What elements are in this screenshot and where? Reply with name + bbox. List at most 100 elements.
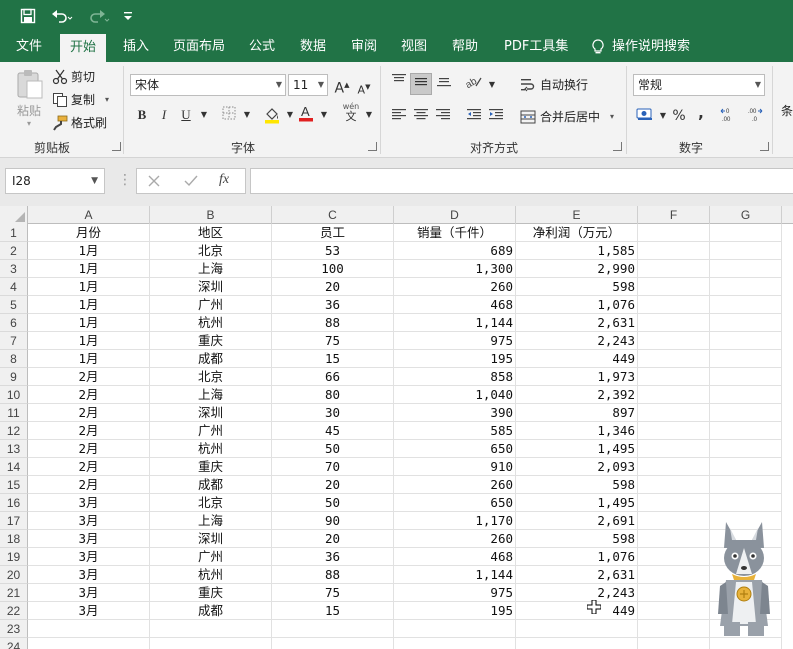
cell[interactable]: 1,076: [516, 296, 638, 314]
column-header[interactable]: G: [710, 206, 782, 224]
font-size-combo[interactable]: 11 ▼: [288, 74, 328, 96]
cell[interactable]: 2,243: [516, 332, 638, 350]
cell[interactable]: 90: [272, 512, 394, 530]
cell[interactable]: [394, 620, 516, 638]
cell[interactable]: 598: [516, 278, 638, 296]
row-header[interactable]: 8: [0, 350, 28, 368]
cell[interactable]: [638, 350, 710, 368]
cell[interactable]: 2月: [28, 422, 150, 440]
chevron-down-icon[interactable]: ▼: [238, 106, 256, 124]
cell[interactable]: 成都: [150, 350, 272, 368]
align-right-icon[interactable]: [434, 107, 452, 125]
cell[interactable]: [150, 620, 272, 638]
row-header[interactable]: 22: [0, 602, 28, 620]
align-center-icon[interactable]: [412, 107, 430, 125]
cell[interactable]: [638, 404, 710, 422]
cell[interactable]: [638, 278, 710, 296]
cell[interactable]: [272, 620, 394, 638]
italic-button[interactable]: I: [155, 106, 173, 124]
cell[interactable]: [710, 458, 782, 476]
cell[interactable]: [638, 296, 710, 314]
tab-review[interactable]: 审阅: [341, 32, 387, 62]
cell[interactable]: 195: [394, 350, 516, 368]
cell[interactable]: [638, 368, 710, 386]
row-header[interactable]: 4: [0, 278, 28, 296]
cell[interactable]: 66: [272, 368, 394, 386]
cell[interactable]: [638, 602, 710, 620]
cell[interactable]: 北京: [150, 368, 272, 386]
column-header[interactable]: D: [394, 206, 516, 224]
cell[interactable]: 1,495: [516, 494, 638, 512]
cell[interactable]: [710, 368, 782, 386]
row-header[interactable]: 10: [0, 386, 28, 404]
cell[interactable]: 1,170: [394, 512, 516, 530]
cell[interactable]: 2,392: [516, 386, 638, 404]
cell[interactable]: 2月: [28, 386, 150, 404]
cell[interactable]: 上海: [150, 260, 272, 278]
column-header[interactable]: E: [516, 206, 638, 224]
cell[interactable]: [638, 530, 710, 548]
cell[interactable]: 2,691: [516, 512, 638, 530]
cell[interactable]: 1,585: [516, 242, 638, 260]
row-header[interactable]: 1: [0, 224, 28, 242]
cell[interactable]: 910: [394, 458, 516, 476]
cell[interactable]: 36: [272, 548, 394, 566]
cell[interactable]: 897: [516, 404, 638, 422]
cell[interactable]: 30: [272, 404, 394, 422]
fill-color-icon[interactable]: [263, 106, 281, 124]
row-header[interactable]: 9: [0, 368, 28, 386]
save-icon[interactable]: [14, 4, 42, 28]
cell[interactable]: 深圳: [150, 530, 272, 548]
cell[interactable]: [638, 314, 710, 332]
header-cell[interactable]: 员工: [272, 224, 394, 242]
header-cell[interactable]: 月份: [28, 224, 150, 242]
cell[interactable]: [710, 296, 782, 314]
alignment-launcher-icon[interactable]: [613, 142, 622, 151]
cell[interactable]: 975: [394, 332, 516, 350]
cell[interactable]: [710, 314, 782, 332]
tab-file[interactable]: 文件: [6, 32, 52, 62]
chevron-down-icon[interactable]: ▼: [195, 106, 213, 124]
cell[interactable]: 3月: [28, 548, 150, 566]
cell[interactable]: [638, 476, 710, 494]
row-header[interactable]: 17: [0, 512, 28, 530]
cell[interactable]: 杭州: [150, 566, 272, 584]
cell[interactable]: 20: [272, 530, 394, 548]
underline-button[interactable]: U: [177, 106, 195, 124]
cell[interactable]: 70: [272, 458, 394, 476]
insert-function-button[interactable]: fx: [219, 172, 229, 188]
cell[interactable]: 1,495: [516, 440, 638, 458]
cell[interactable]: 45: [272, 422, 394, 440]
cell[interactable]: [710, 386, 782, 404]
cell[interactable]: 585: [394, 422, 516, 440]
cell[interactable]: [638, 332, 710, 350]
orientation-icon[interactable]: ab: [464, 74, 483, 92]
header-cell[interactable]: 净利润（万元）: [516, 224, 638, 242]
cell[interactable]: 深圳: [150, 404, 272, 422]
customize-icon[interactable]: [120, 4, 136, 28]
cell[interactable]: [710, 350, 782, 368]
redo-icon[interactable]: [84, 4, 114, 28]
currency-icon[interactable]: [636, 107, 654, 125]
cell[interactable]: 重庆: [150, 332, 272, 350]
cell[interactable]: 100: [272, 260, 394, 278]
cell[interactable]: 598: [516, 476, 638, 494]
chevron-down-icon[interactable]: ▼: [483, 76, 501, 94]
cell[interactable]: 1,300: [394, 260, 516, 278]
cell[interactable]: 1月: [28, 278, 150, 296]
cell[interactable]: 260: [394, 476, 516, 494]
cell[interactable]: 成都: [150, 476, 272, 494]
cell[interactable]: 689: [394, 242, 516, 260]
number-format-combo[interactable]: 常规 ▼: [633, 74, 765, 96]
cell[interactable]: [638, 494, 710, 512]
cell[interactable]: 2月: [28, 404, 150, 422]
clipboard-launcher-icon[interactable]: [112, 142, 121, 151]
cell[interactable]: [638, 386, 710, 404]
cell[interactable]: [710, 332, 782, 350]
cell[interactable]: 260: [394, 278, 516, 296]
cell[interactable]: 深圳: [150, 278, 272, 296]
decrease-decimal-icon[interactable]: .00.0: [744, 107, 764, 125]
row-header[interactable]: 7: [0, 332, 28, 350]
cell[interactable]: 36: [272, 296, 394, 314]
align-left-icon[interactable]: [390, 107, 408, 125]
